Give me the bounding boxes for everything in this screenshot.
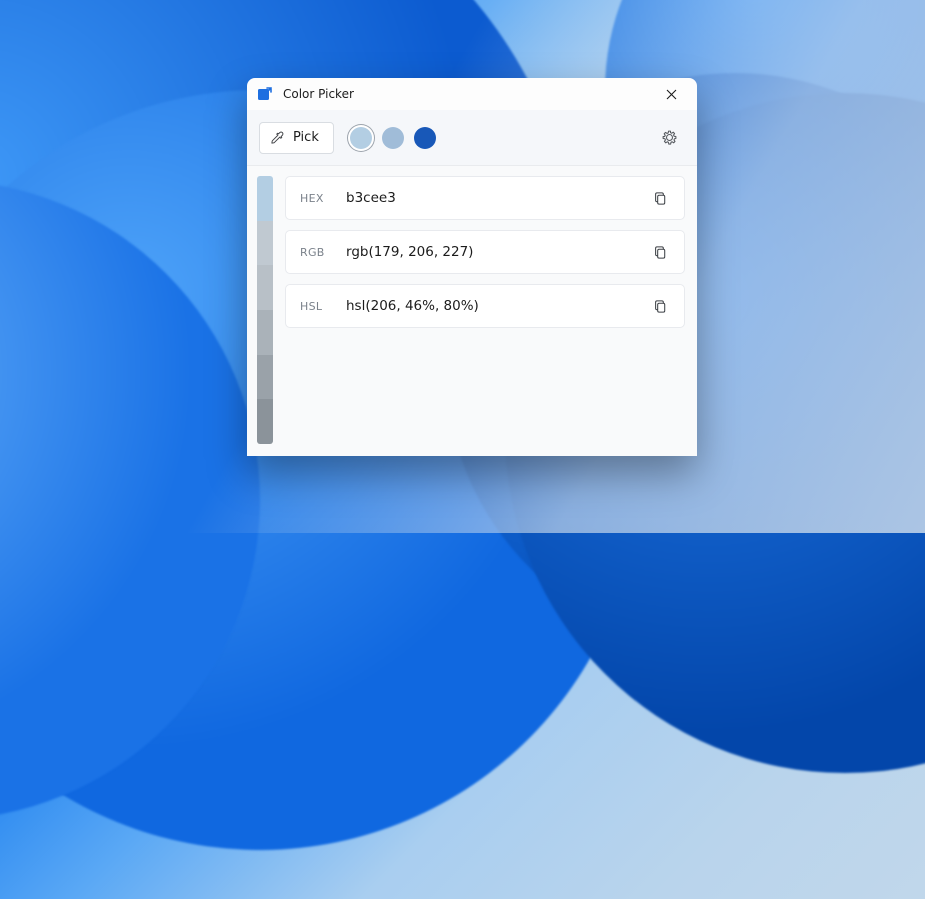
copy-button-hsl[interactable]	[644, 290, 676, 322]
close-button[interactable]	[649, 78, 693, 110]
format-label: HEX	[300, 192, 346, 205]
format-value: hsl(206, 46%, 80%)	[346, 298, 644, 314]
swatch-1[interactable]	[350, 127, 372, 149]
history-item[interactable]	[257, 355, 273, 400]
app-icon	[257, 86, 273, 102]
history-item[interactable]	[257, 176, 273, 221]
copy-icon	[653, 245, 668, 260]
titlebar: Color Picker	[247, 78, 697, 110]
format-value: rgb(179, 206, 227)	[346, 244, 644, 260]
history-item[interactable]	[257, 399, 273, 444]
swatch-3[interactable]	[414, 127, 436, 149]
format-row-hsl: HSL hsl(206, 46%, 80%)	[285, 284, 685, 328]
history-item[interactable]	[257, 265, 273, 310]
copy-icon	[653, 299, 668, 314]
format-label: RGB	[300, 246, 346, 259]
history-item[interactable]	[257, 221, 273, 266]
format-list: HEX b3cee3 RGB rgb(179, 206, 227) HSL hs…	[285, 176, 685, 444]
close-icon	[666, 89, 677, 100]
format-row-rgb: RGB rgb(179, 206, 227)	[285, 230, 685, 274]
window-body: HEX b3cee3 RGB rgb(179, 206, 227) HSL hs…	[247, 166, 697, 456]
color-history	[257, 176, 273, 444]
eyedropper-icon	[270, 130, 285, 145]
color-picker-window: Color Picker Pick	[247, 78, 697, 456]
copy-icon	[653, 191, 668, 206]
format-value: b3cee3	[346, 190, 644, 206]
copy-button-rgb[interactable]	[644, 236, 676, 268]
format-label: HSL	[300, 300, 346, 313]
history-item[interactable]	[257, 310, 273, 355]
settings-button[interactable]	[653, 122, 685, 154]
swatch-2[interactable]	[382, 127, 404, 149]
pick-button[interactable]: Pick	[259, 122, 334, 154]
window-title: Color Picker	[283, 87, 354, 101]
copy-button-hex[interactable]	[644, 182, 676, 214]
toolbar: Pick	[247, 110, 697, 166]
recent-swatches	[350, 127, 436, 149]
gear-icon	[661, 129, 678, 146]
pick-button-label: Pick	[293, 130, 319, 145]
format-row-hex: HEX b3cee3	[285, 176, 685, 220]
